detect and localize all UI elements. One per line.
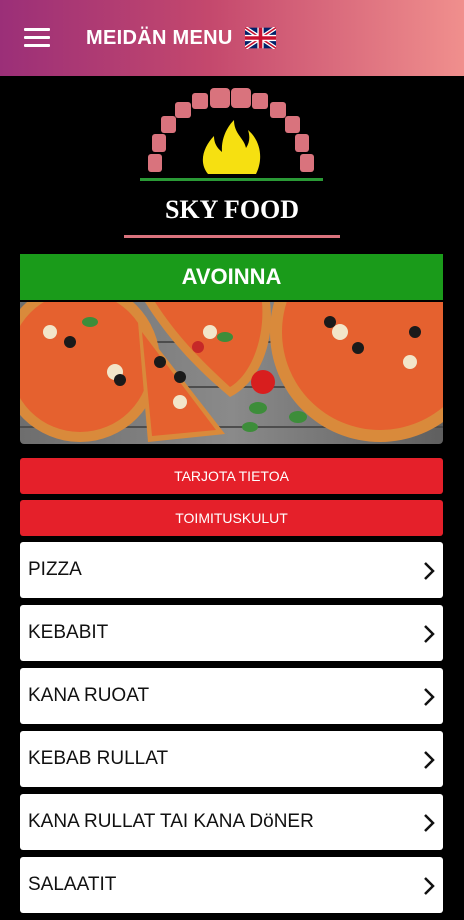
hamburger-menu-icon[interactable] <box>24 28 50 48</box>
logo-text: SKY FOOD <box>164 195 300 224</box>
category-label: KANA RULLAT TAI KANA DöNER <box>28 811 314 832</box>
top-app-bar: MEIDÄN MENU <box>0 0 464 76</box>
category-item-kana-ruoat[interactable]: KANA RUOAT <box>20 668 443 724</box>
chevron-right-icon <box>424 625 435 643</box>
chevron-right-icon <box>424 814 435 832</box>
pizza-hero-image <box>20 302 443 444</box>
open-status-banner: AVOINNA <box>20 254 443 300</box>
delivery-costs-button[interactable]: TOIMITUSKULUT <box>20 500 443 536</box>
category-label: KEBABIT <box>28 622 109 643</box>
uk-flag-icon[interactable] <box>245 27 276 49</box>
category-label: PIZZA <box>28 559 82 580</box>
category-item-kebabit[interactable]: KEBABIT <box>20 605 443 661</box>
sky-food-logo: SKY FOOD <box>118 82 346 242</box>
category-item-kana-rullat[interactable]: KANA RULLAT TAI KANA DöNER <box>20 794 443 850</box>
chevron-right-icon <box>424 562 435 580</box>
category-item-kebab-rullat[interactable]: KEBAB RULLAT <box>20 731 443 787</box>
category-item-pizza[interactable]: PIZZA <box>20 542 443 598</box>
page-title: MEIDÄN MENU <box>86 27 233 49</box>
category-list: PIZZA KEBABIT KANA RUOAT KEBAB RULLAT KA… <box>20 542 443 920</box>
offer-info-button[interactable]: TARJOTA TIETOA <box>20 458 443 494</box>
chevron-right-icon <box>424 877 435 895</box>
category-label: KANA RUOAT <box>28 685 150 706</box>
chevron-right-icon <box>424 751 435 769</box>
category-label: KEBAB RULLAT <box>28 748 169 769</box>
category-item-salaatit[interactable]: SALAATIT <box>20 857 443 913</box>
chevron-right-icon <box>424 688 435 706</box>
category-label: SALAATIT <box>28 874 117 895</box>
